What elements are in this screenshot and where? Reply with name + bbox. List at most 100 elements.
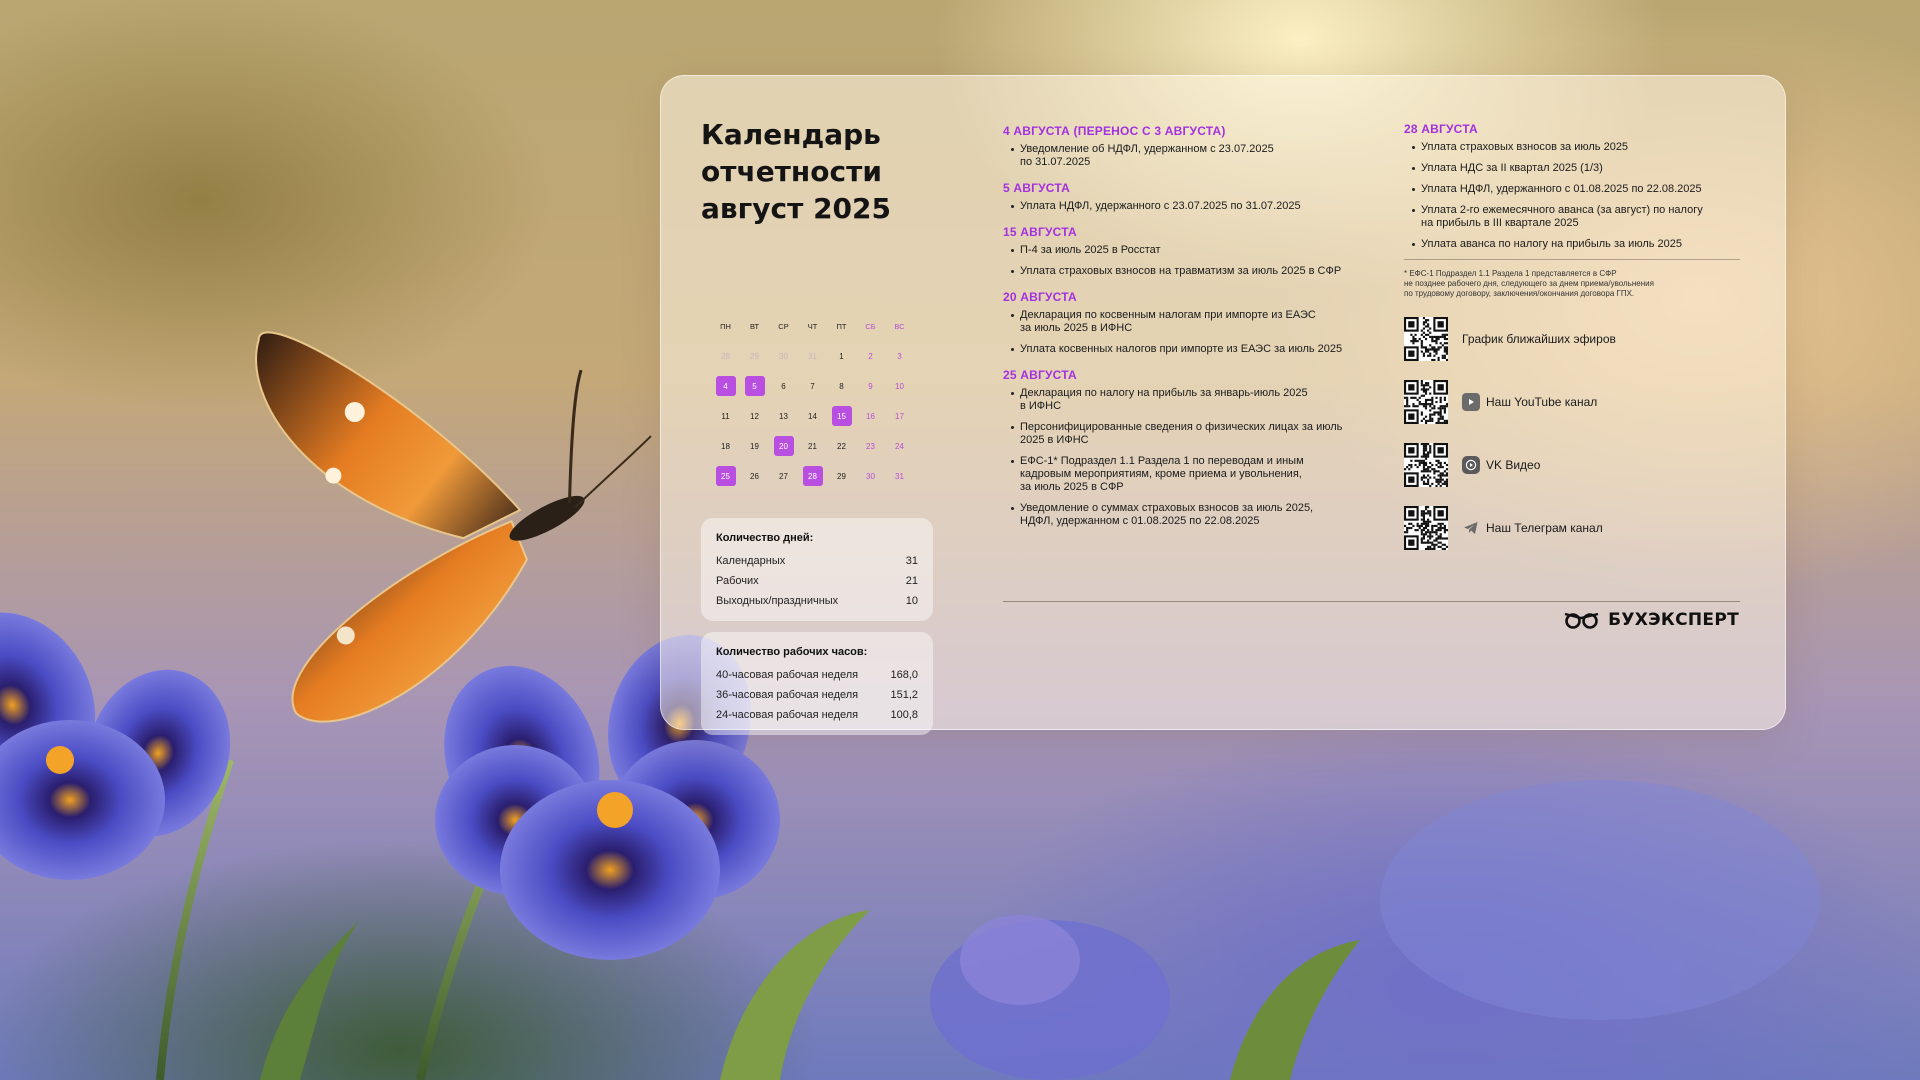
calendar-day-number: 14 xyxy=(808,411,817,421)
vk-video-link[interactable]: VK Видео xyxy=(1404,443,1740,487)
qr-code-icon[interactable] xyxy=(1404,506,1448,550)
calendar-day-number: 13 xyxy=(779,411,788,421)
telegram-icon xyxy=(1462,519,1480,537)
deadline-list: Уплата страховых взносов за июль 2025 Уп… xyxy=(1404,141,1740,251)
brand-logo[interactable]: БУХЭКСПЕРТ xyxy=(1564,610,1739,630)
stat-row: Рабочих 21 xyxy=(716,571,918,591)
owl-eyes-logo-icon xyxy=(1564,612,1599,629)
deadlines-column: 4 АВГУСТА (ПЕРЕНОС С 3 АВГУСТА) Уведомле… xyxy=(1003,124,1373,536)
qr-code-icon[interactable] xyxy=(1404,317,1448,361)
stat-label: 40-часовая рабочая неделя xyxy=(716,669,859,681)
deadline-item: Уведомление об НДФЛ, удержанном с 23.07.… xyxy=(1003,143,1373,169)
weekday-label: ВС xyxy=(894,321,905,331)
stat-value: 31 xyxy=(905,555,918,567)
calendar-day: 1 xyxy=(827,341,856,371)
calendar-day-number: 30 xyxy=(779,351,788,361)
calendar-day: 6 xyxy=(769,371,798,401)
calendar-weekday-header: ПН ВТ СР ЧТ ПТ СБ ВС xyxy=(711,311,921,341)
deadline-list: Декларация по налогу на прибыль за январ… xyxy=(1003,387,1373,528)
month-calendar: ПН ВТ СР ЧТ ПТ СБ ВС 28 29 30 31 1 2 3 4 5 6 7 8 9 10… xyxy=(711,311,921,491)
calendar-card: Календарь отчетности август 2025 ПН ВТ С… xyxy=(660,75,1786,735)
stat-value: 100,8 xyxy=(890,709,918,721)
deadline-item: Уплата косвенных налогов при импорте из … xyxy=(1003,343,1373,356)
stat-row: 24-часовая рабочая неделя 100,8 xyxy=(716,705,918,725)
stat-value: 21 xyxy=(905,575,918,587)
calendar-day-deadline: 4 xyxy=(711,371,740,401)
days-count-panel: Количество дней: Календарных 31 Рабочих 21… xyxy=(701,518,933,621)
stat-value: 168,0 xyxy=(890,669,918,681)
weekday-label: ПН xyxy=(720,321,731,331)
deadline-item: П-4 за июль 2025 в Росстат xyxy=(1003,244,1373,257)
calendar-day-number: 31 xyxy=(808,351,817,361)
deadline-item: Уплата страховых взносов за июль 2025 xyxy=(1404,141,1740,154)
footnote: * ЕФС-1 Подраздел 1.1 Раздела 1 представ… xyxy=(1404,269,1654,298)
calendar-day-number: 27 xyxy=(779,471,788,481)
qr-code-icon[interactable] xyxy=(1404,443,1448,487)
deadline-item: Уплата 2-го ежемесячного аванса (за авгу… xyxy=(1404,204,1740,230)
deadline-date: 15 АВГУСТА xyxy=(1003,225,1077,239)
calendar-day-number: 28 xyxy=(802,466,823,486)
deadline-item: Персонифицированные сведения о физически… xyxy=(1003,421,1373,447)
calendar-day-number: 30 xyxy=(866,471,875,481)
calendar-day-number: 22 xyxy=(837,441,846,451)
deadline-item: ЕФС-1* Подраздел 1.1 Раздела 1 по перево… xyxy=(1003,455,1373,494)
deadline-item: Уведомление о суммах страховых взносов з… xyxy=(1003,502,1373,528)
calendar-day: 9 xyxy=(856,371,885,401)
deadline-item: Уплата аванса по налогу на прибыль за ию… xyxy=(1404,238,1740,251)
link-label[interactable]: VK Видео xyxy=(1486,458,1540,472)
deadline-item: Уплата страховых взносов на травматизм з… xyxy=(1003,265,1373,278)
calendar-day-number: 15 xyxy=(831,406,852,426)
qr-code-icon[interactable] xyxy=(1404,380,1448,424)
deadline-date: 25 АВГУСТА xyxy=(1003,368,1077,382)
calendar-day: 17 xyxy=(885,401,914,431)
calendar-day-number: 23 xyxy=(866,441,875,451)
calendar-week-row: 11 12 13 14 15 16 17 xyxy=(711,401,921,431)
calendar-day-number: 31 xyxy=(895,471,904,481)
calendar-day-number: 25 xyxy=(715,466,736,486)
calendar-day-number: 8 xyxy=(839,381,844,391)
calendar-day: 30 xyxy=(856,461,885,491)
calendar-day-number: 29 xyxy=(837,471,846,481)
calendar-day-number: 1 xyxy=(839,351,844,361)
calendar-day: 13 xyxy=(769,401,798,431)
calendar-day-number: 2 xyxy=(868,351,873,361)
youtube-link[interactable]: Наш YouTube канал xyxy=(1404,380,1740,424)
calendar-day-number: 26 xyxy=(750,471,759,481)
weekday-label: ЧТ xyxy=(807,321,818,331)
calendar-day-number: 20 xyxy=(773,436,794,456)
calendar-day: 21 xyxy=(798,431,827,461)
calendar-day-number: 17 xyxy=(895,411,904,421)
link-label[interactable]: График ближайших эфиров xyxy=(1462,332,1616,346)
calendar-day-number: 7 xyxy=(810,381,815,391)
calendar-week-row: 18 19 20 21 22 23 24 xyxy=(711,431,921,461)
calendar-day-deadline: 15 xyxy=(827,401,856,431)
calendar-day-number: 3 xyxy=(897,351,902,361)
telegram-link[interactable]: Наш Телеграм канал xyxy=(1404,506,1740,550)
link-label[interactable]: Наш Телеграм канал xyxy=(1486,521,1603,535)
deadline-item: Уплата НДС за II квартал 2025 (1/3) xyxy=(1404,162,1740,175)
calendar-day: 18 xyxy=(711,431,740,461)
calendar-day: 31 xyxy=(885,461,914,491)
calendar-day: 12 xyxy=(740,401,769,431)
calendar-day-deadline: 5 xyxy=(740,371,769,401)
stat-value: 151,2 xyxy=(890,689,918,701)
calendar-day: 3 xyxy=(885,341,914,371)
broadcast-schedule-link[interactable]: График ближайших эфиров xyxy=(1404,317,1740,361)
calendar-day-deadline: 25 xyxy=(711,461,740,491)
stat-value: 10 xyxy=(905,595,918,607)
weekday-label: ВТ xyxy=(749,321,760,331)
divider xyxy=(1404,259,1740,260)
calendar-day-number: 24 xyxy=(895,441,904,451)
calendar-day-number: 29 xyxy=(750,351,759,361)
calendar-day-number: 5 xyxy=(744,376,765,396)
calendar-day: 19 xyxy=(740,431,769,461)
deadline-date: 4 АВГУСТА (ПЕРЕНОС С 3 АВГУСТА) xyxy=(1003,124,1226,138)
calendar-day-deadline: 28 xyxy=(798,461,827,491)
deadline-item: Декларация по косвенным налогам при импо… xyxy=(1003,309,1373,335)
calendar-day-outside: 28 xyxy=(711,341,740,371)
calendar-day: 11 xyxy=(711,401,740,431)
link-label[interactable]: Наш YouTube канал xyxy=(1486,395,1597,409)
days-count-title: Количество дней: xyxy=(716,532,814,544)
calendar-day-number: 19 xyxy=(750,441,759,451)
deadline-list: Уведомление об НДФЛ, удержанном с 23.07.… xyxy=(1003,143,1373,169)
